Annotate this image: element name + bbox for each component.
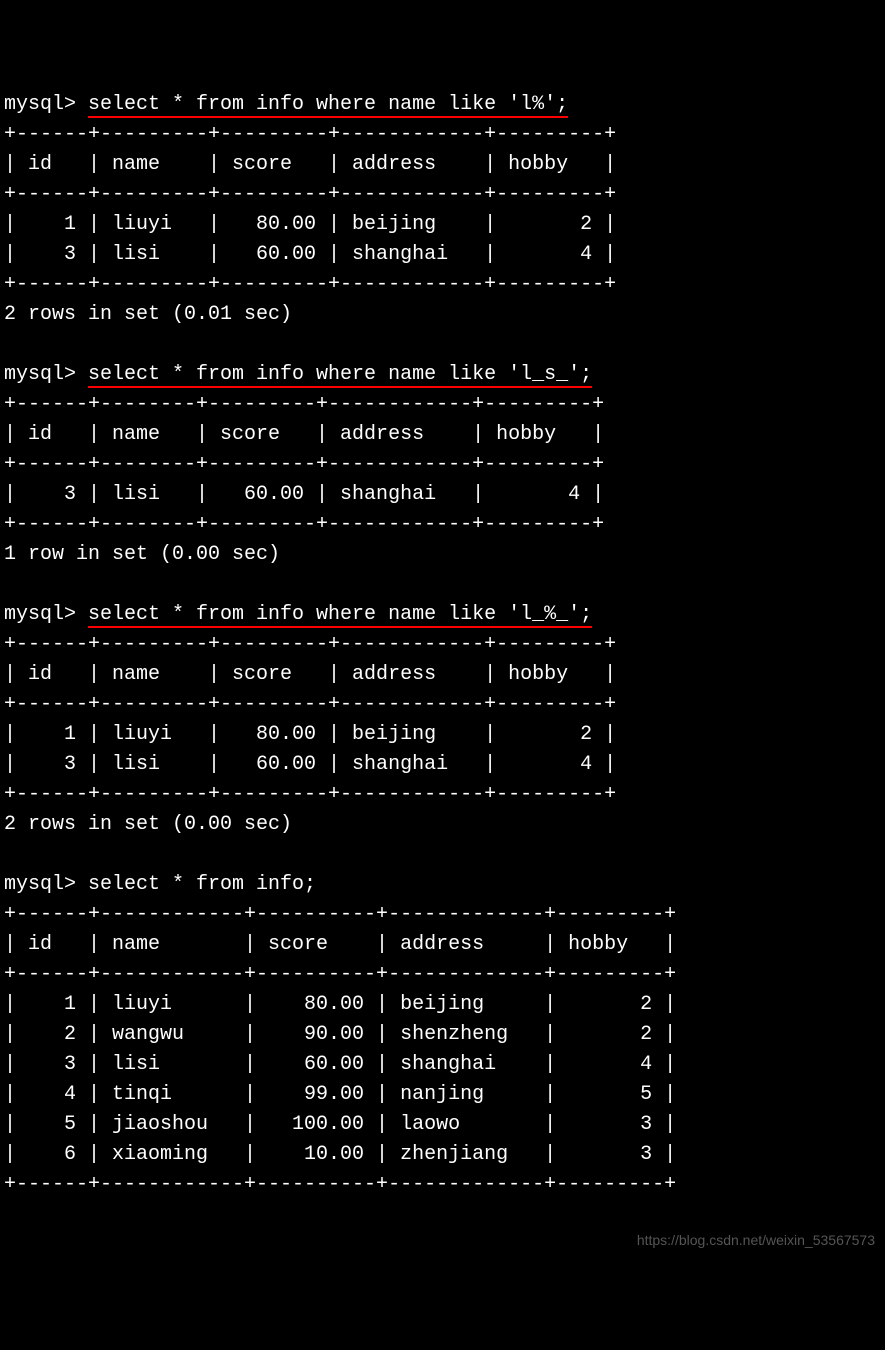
query-line: mysql> select * from info where name lik… — [4, 360, 885, 390]
sql-query: select * from info where name like 'l%'; — [88, 93, 568, 118]
blank-line — [4, 840, 885, 870]
query-line: mysql> select * from info; — [4, 870, 885, 900]
table-header: | id | name | score | address | hobby | — [4, 150, 885, 180]
table-row: | 3 | lisi | 60.00 | shanghai | 4 | — [4, 750, 885, 780]
table-separator: +------+---------+---------+------------… — [4, 120, 885, 150]
table-separator: +------+---------+---------+------------… — [4, 180, 885, 210]
table-row: | 3 | lisi | 60.00 | shanghai | 4 | — [4, 240, 885, 270]
table-row: | 2 | wangwu | 90.00 | shenzheng | 2 | — [4, 1020, 885, 1050]
mysql-prompt: mysql> — [4, 363, 88, 386]
table-separator: +------+------------+----------+--------… — [4, 900, 885, 930]
mysql-prompt: mysql> — [4, 873, 88, 896]
sql-query: select * from info; — [88, 873, 316, 896]
blank-line — [4, 570, 885, 600]
table-separator: +------+---------+---------+------------… — [4, 780, 885, 810]
query-line: mysql> select * from info where name lik… — [4, 90, 885, 120]
table-header: | id | name | score | address | hobby | — [4, 420, 885, 450]
table-separator: +------+---------+---------+------------… — [4, 690, 885, 720]
blank-line — [4, 330, 885, 360]
table-row: | 6 | xiaoming | 10.00 | zhenjiang | 3 | — [4, 1140, 885, 1170]
table-header: | id | name | score | address | hobby | — [4, 930, 885, 960]
mysql-prompt: mysql> — [4, 93, 88, 116]
table-row: | 1 | liuyi | 80.00 | beijing | 2 | — [4, 210, 885, 240]
table-separator: +------+--------+---------+------------+… — [4, 510, 885, 540]
status-line: 2 rows in set (0.00 sec) — [4, 810, 885, 840]
table-row: | 3 | lisi | 60.00 | shanghai | 4 | — [4, 1050, 885, 1080]
status-line: 1 row in set (0.00 sec) — [4, 540, 885, 570]
sql-query: select * from info where name like 'l_s_… — [88, 363, 592, 388]
watermark: https://blog.csdn.net/weixin_53567573 — [637, 1230, 875, 1251]
table-separator: +------+------------+----------+--------… — [4, 960, 885, 990]
table-separator: +------+------------+----------+--------… — [4, 1170, 885, 1200]
table-row: | 4 | tinqi | 99.00 | nanjing | 5 | — [4, 1080, 885, 1110]
table-row: | 1 | liuyi | 80.00 | beijing | 2 | — [4, 720, 885, 750]
table-row: | 1 | liuyi | 80.00 | beijing | 2 | — [4, 990, 885, 1020]
terminal-output: mysql> select * from info where name lik… — [4, 90, 885, 1200]
table-row: | 5 | jiaoshou | 100.00 | laowo | 3 | — [4, 1110, 885, 1140]
mysql-prompt: mysql> — [4, 603, 88, 626]
table-separator: +------+--------+---------+------------+… — [4, 390, 885, 420]
table-separator: +------+---------+---------+------------… — [4, 630, 885, 660]
status-line: 2 rows in set (0.01 sec) — [4, 300, 885, 330]
table-separator: +------+--------+---------+------------+… — [4, 450, 885, 480]
table-separator: +------+---------+---------+------------… — [4, 270, 885, 300]
query-line: mysql> select * from info where name lik… — [4, 600, 885, 630]
sql-query: select * from info where name like 'l_%_… — [88, 603, 592, 628]
table-row: | 3 | lisi | 60.00 | shanghai | 4 | — [4, 480, 885, 510]
table-header: | id | name | score | address | hobby | — [4, 660, 885, 690]
